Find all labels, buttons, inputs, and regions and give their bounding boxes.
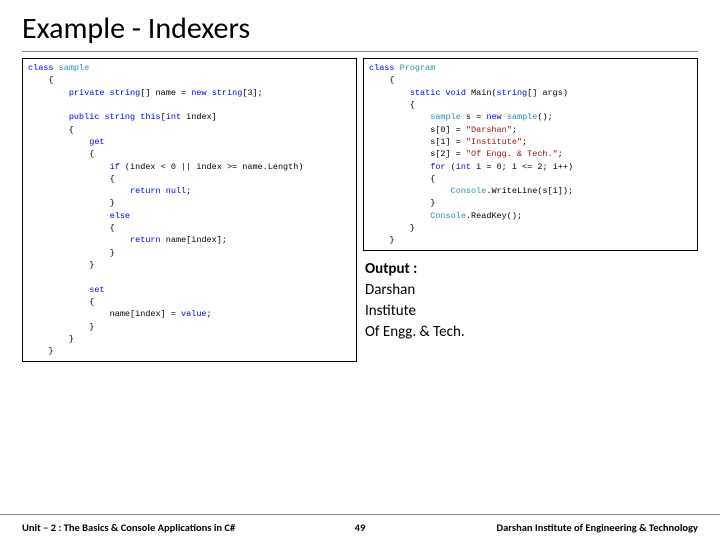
slide-title: Example - Indexers <box>0 0 720 51</box>
output-line: Of Engg. & Tech. <box>365 322 698 343</box>
footer: Unit – 2 : The Basics & Console Applicat… <box>0 514 720 540</box>
left-column: class sample { private string[] name = n… <box>22 58 357 362</box>
output-line: Darshan <box>365 280 698 301</box>
right-column: class Program { static void Main(string[… <box>363 58 698 362</box>
code-sample-class: class sample { private string[] name = n… <box>22 58 357 362</box>
output-label: Output : <box>365 259 698 280</box>
footer-page-number: 49 <box>330 521 390 534</box>
title-underline <box>22 51 698 52</box>
footer-institute: Darshan Institute of Engineering & Techn… <box>390 521 720 534</box>
content-area: class sample { private string[] name = n… <box>0 58 720 362</box>
output-block: Output : Darshan Institute Of Engg. & Te… <box>363 259 698 343</box>
footer-unit: Unit – 2 : The Basics & Console Applicat… <box>0 521 330 534</box>
code-program-class: class Program { static void Main(string[… <box>363 58 698 251</box>
output-line: Institute <box>365 301 698 322</box>
